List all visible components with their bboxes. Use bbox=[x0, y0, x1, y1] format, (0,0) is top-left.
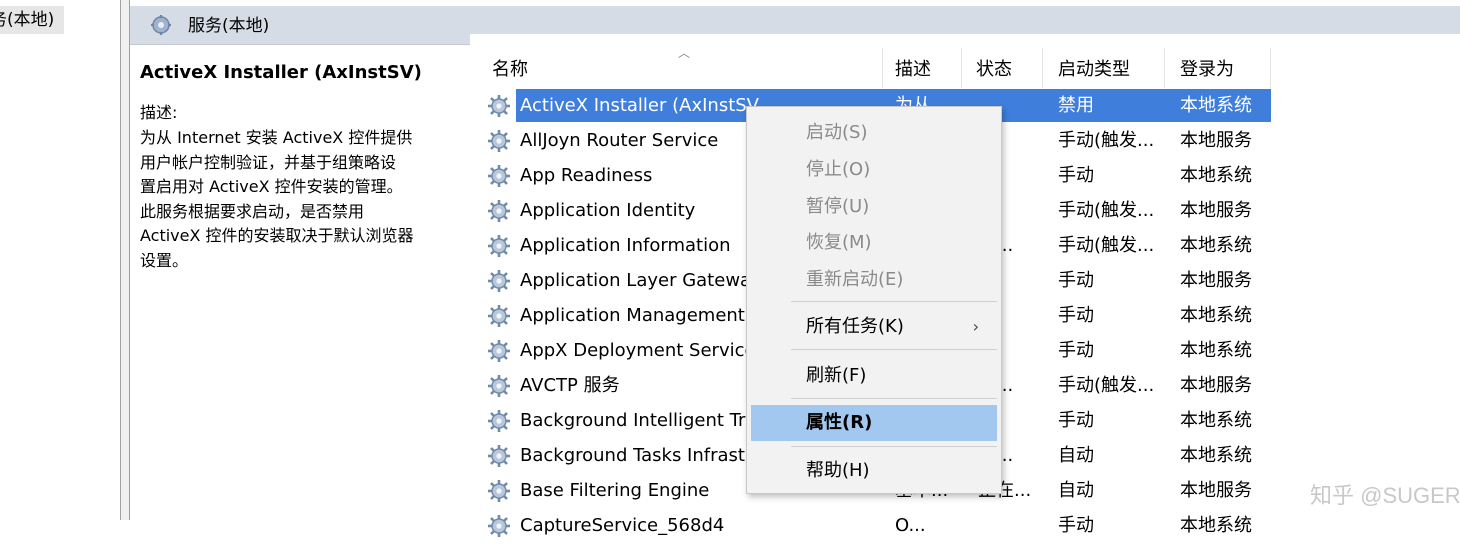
service-gear-icon bbox=[486, 478, 512, 504]
cell-logon-as: 本地服务 bbox=[1180, 200, 1252, 221]
cell-name: AVCTP 服务 bbox=[520, 375, 620, 396]
cell-logon-as: 本地系统 bbox=[1180, 235, 1252, 256]
description-line: 设置。 bbox=[140, 250, 189, 270]
cell-startup-type: 手动(触发... bbox=[1058, 235, 1155, 256]
menu-item-help[interactable]: 帮助(H) bbox=[751, 453, 997, 489]
menu-separator bbox=[791, 398, 997, 399]
service-gear-icon bbox=[486, 408, 512, 434]
selected-service-name: ActiveX Installer (AxInstSV) bbox=[140, 62, 422, 83]
column-header-name[interactable]: 名称 bbox=[492, 48, 883, 88]
cell-name: Base Filtering Engine bbox=[520, 480, 710, 501]
service-gear-icon bbox=[486, 198, 512, 224]
menu-item-start[interactable]: 启动(S) bbox=[751, 115, 997, 151]
menu-separator bbox=[791, 301, 997, 302]
cell-name: ActiveX Installer (AxInstSV) bbox=[520, 95, 760, 116]
cell-name: Background Intelligent Transfer bbox=[520, 410, 760, 431]
cell-name: CaptureService_568d4 bbox=[520, 515, 725, 536]
service-gear-icon bbox=[486, 268, 512, 294]
cell-startup-type: 自动 bbox=[1058, 480, 1094, 501]
tree-item-label: 务(本地) bbox=[0, 10, 55, 30]
cell-name: Application Information bbox=[520, 235, 731, 256]
cell-logon-as: 本地系统 bbox=[1180, 95, 1252, 116]
cell-startup-type: 手动(触发... bbox=[1058, 130, 1155, 151]
cell-description: O... bbox=[895, 515, 926, 536]
cell-logon-as: 本地系统 bbox=[1180, 165, 1252, 186]
submenu-arrow-icon: › bbox=[972, 317, 979, 336]
cell-logon-as: 本地系统 bbox=[1180, 340, 1252, 361]
description-line: 为从 Internet 安装 ActiveX 控件提供 bbox=[140, 128, 413, 147]
cell-name: AppX Deployment Service bbox=[520, 340, 756, 361]
cell-name: Background Tasks Infrastructure bbox=[520, 445, 760, 466]
service-gear-icon bbox=[486, 93, 512, 119]
service-gear-icon bbox=[486, 303, 512, 329]
column-header-description[interactable]: 描述 bbox=[895, 48, 962, 88]
cell-name: Application Identity bbox=[520, 200, 696, 221]
cell-name: Application Management bbox=[520, 305, 745, 326]
menu-item-resume[interactable]: 恢复(M) bbox=[751, 225, 997, 261]
menu-item-pause[interactable]: 暂停(U) bbox=[751, 189, 997, 225]
service-gear-icon bbox=[486, 163, 512, 189]
menu-item-restart[interactable]: 重新启动(E) bbox=[751, 262, 997, 298]
header-title: 服务(本地) bbox=[188, 16, 270, 36]
description-text: 为从 Internet 安装 ActiveX 控件提供 用户帐户控制验证，并基于… bbox=[140, 126, 480, 273]
cell-startup-type: 手动(触发... bbox=[1058, 375, 1155, 396]
menu-separator bbox=[791, 349, 997, 350]
pane-splitter[interactable] bbox=[121, 0, 130, 520]
service-gear-icon bbox=[486, 128, 512, 154]
services-gear-icon bbox=[151, 15, 171, 35]
menu-separator bbox=[791, 446, 997, 447]
cell-logon-as: 本地系统 bbox=[1180, 445, 1252, 466]
column-header-status[interactable]: 状态 bbox=[976, 48, 1043, 88]
menu-item-all-tasks-label: 所有任务(K) bbox=[806, 316, 904, 337]
cell-logon-as: 本地服务 bbox=[1180, 130, 1252, 151]
cell-name: AllJoyn Router Service bbox=[520, 130, 719, 151]
tree-pane: 务(本地) bbox=[0, 0, 121, 520]
cell-name: Application Layer Gateway Service bbox=[520, 270, 760, 291]
description-line: 此服务根据要求启动，是否禁用 bbox=[140, 201, 365, 221]
context-menu: 启动(S) 停止(O) 暂停(U) 恢复(M) 重新启动(E) 所有任务(K) … bbox=[746, 106, 1002, 494]
list-header: ︿ 名称 描述 状态 启动类型 登录为 bbox=[470, 46, 1460, 88]
cell-startup-type: 手动 bbox=[1058, 515, 1094, 536]
cell-logon-as: 本地服务 bbox=[1180, 375, 1252, 396]
service-gear-icon bbox=[486, 373, 512, 399]
description-line: ActiveX 控件的安装取决于默认浏览器 bbox=[140, 226, 414, 245]
cell-logon-as: 本地系统 bbox=[1180, 410, 1252, 431]
watermark: 知乎 @SUGERBOOM bbox=[1310, 483, 1460, 508]
menu-item-refresh[interactable]: 刷新(F) bbox=[751, 358, 997, 394]
column-header-startup-type[interactable]: 启动类型 bbox=[1058, 48, 1165, 88]
cell-startup-type: 手动 bbox=[1058, 410, 1094, 431]
description-panel: ActiveX Installer (AxInstSV) 描述: 为从 Inte… bbox=[140, 50, 480, 273]
table-row[interactable]: CaptureService_568d4 O... 手动 本地系统 bbox=[470, 508, 1460, 543]
service-gear-icon bbox=[486, 513, 512, 539]
cell-startup-type: 手动 bbox=[1058, 270, 1094, 291]
column-header-logon-as[interactable]: 登录为 bbox=[1180, 48, 1271, 88]
cell-startup-type: 自动 bbox=[1058, 445, 1094, 466]
service-gear-icon bbox=[486, 443, 512, 469]
menu-item-properties[interactable]: 属性(R) bbox=[751, 405, 997, 441]
service-gear-icon bbox=[486, 233, 512, 259]
cell-startup-type: 手动 bbox=[1058, 165, 1094, 186]
cell-logon-as: 本地系统 bbox=[1180, 305, 1252, 326]
cell-logon-as: 本地服务 bbox=[1180, 270, 1252, 291]
description-label: 描述: bbox=[140, 103, 178, 122]
description-line: 用户帐户控制验证，并基于组策略设 bbox=[140, 152, 397, 172]
service-gear-icon bbox=[486, 338, 512, 364]
cell-startup-type: 手动(触发... bbox=[1058, 200, 1155, 221]
cell-logon-as: 本地服务 bbox=[1180, 480, 1252, 501]
tree-item-services-local[interactable]: 务(本地) bbox=[0, 6, 64, 34]
description-line: 置启用对 ActiveX 控件安装的管理。 bbox=[140, 177, 403, 196]
cell-startup-type: 手动 bbox=[1058, 305, 1094, 326]
menu-item-all-tasks[interactable]: 所有任务(K) › bbox=[751, 309, 997, 345]
cell-logon-as: 本地系统 bbox=[1180, 515, 1252, 536]
cell-startup-type: 手动 bbox=[1058, 340, 1094, 361]
cell-startup-type: 禁用 bbox=[1058, 95, 1094, 116]
menu-item-stop[interactable]: 停止(O) bbox=[751, 152, 997, 188]
cell-name: App Readiness bbox=[520, 165, 653, 186]
